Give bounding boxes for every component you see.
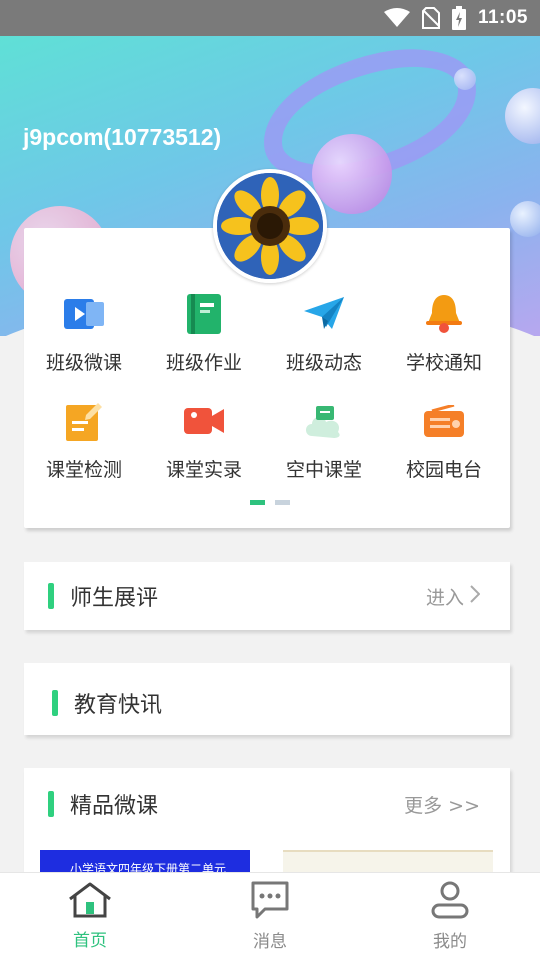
menu-item-air-classroom[interactable]: 空中课堂	[264, 399, 384, 482]
cloud-icon	[302, 399, 346, 443]
sunflower-avatar[interactable]	[213, 169, 327, 283]
section-accent-bar	[52, 690, 58, 716]
status-time: 11:05	[477, 7, 528, 28]
edit-document-icon	[62, 399, 106, 443]
decor-bubble	[510, 201, 540, 237]
menu-item-campus-radio[interactable]: 校园电台	[384, 399, 504, 482]
courses-section: 精品微课 更多 >> 小学语文四年级下册第二单元	[24, 768, 510, 880]
menu-item-class-homework[interactable]: 班级作业	[144, 292, 264, 375]
bottom-tab-bar: 首页 消息 我的	[0, 872, 540, 960]
tab-home[interactable]: 首页	[30, 882, 150, 951]
camera-icon	[182, 399, 226, 443]
section-title: 精品微课	[70, 794, 159, 819]
paper-plane-icon	[302, 292, 346, 336]
feature-grid: 班级微课 班级作业 班级动态 学校通知 课堂检测 课堂实录 空中课堂 校园电台	[24, 292, 510, 482]
menu-item-label: 空中课堂	[285, 459, 362, 481]
decor-bubble	[312, 134, 392, 214]
bell-icon	[422, 292, 466, 336]
menu-item-label: 课堂检测	[45, 459, 122, 481]
menu-item-class-news[interactable]: 班级动态	[264, 292, 384, 375]
menu-item-label: 班级作业	[165, 352, 242, 374]
tab-profile[interactable]: 我的	[390, 881, 510, 952]
decor-bubble	[454, 68, 476, 90]
page-indicator	[250, 500, 290, 505]
menu-item-class-test[interactable]: 课堂检测	[24, 399, 144, 482]
message-icon	[251, 881, 289, 923]
user-name: j9pcom(10773512)	[23, 124, 222, 150]
tab-label: 消息	[253, 932, 287, 952]
menu-item-label: 课堂实录	[165, 459, 242, 481]
section-title: 师生展评	[70, 586, 159, 611]
menu-item-class-recording[interactable]: 课堂实录	[144, 399, 264, 482]
page-dot	[275, 500, 290, 505]
menu-item-label: 学校通知	[405, 352, 482, 374]
chevron-right-icon	[470, 584, 481, 608]
no-sim-icon	[421, 7, 440, 29]
showcase-section[interactable]: 师生展评 进入	[24, 562, 510, 630]
tab-messages[interactable]: 消息	[210, 881, 330, 952]
tab-label: 首页	[73, 931, 107, 951]
book-icon	[182, 292, 226, 336]
menu-item-class-micro-lessons[interactable]: 班级微课	[24, 292, 144, 375]
wifi-icon	[383, 8, 410, 28]
battery-charging-icon	[451, 6, 466, 30]
radio-icon	[422, 399, 466, 443]
menu-item-label: 班级微课	[45, 352, 122, 374]
menu-item-label: 校园电台	[405, 459, 482, 481]
menu-item-school-notice[interactable]: 学校通知	[384, 292, 504, 375]
status-bar: 11:05	[0, 0, 540, 36]
page-dot-active	[250, 500, 265, 505]
section-accent-bar	[48, 791, 54, 817]
decor-bubble	[505, 88, 540, 144]
tab-label: 我的	[433, 932, 467, 952]
menu-item-label: 班级动态	[285, 352, 362, 374]
user-icon	[431, 881, 469, 923]
video-icon	[62, 292, 106, 336]
news-section[interactable]: 教育快讯	[24, 663, 510, 735]
home-icon	[68, 882, 112, 922]
enter-link[interactable]: 进入	[425, 583, 481, 610]
enter-label: 进入	[425, 586, 464, 609]
more-link[interactable]: 更多 >>	[404, 791, 480, 818]
section-accent-bar	[48, 583, 54, 609]
section-title: 教育快讯	[74, 693, 163, 718]
